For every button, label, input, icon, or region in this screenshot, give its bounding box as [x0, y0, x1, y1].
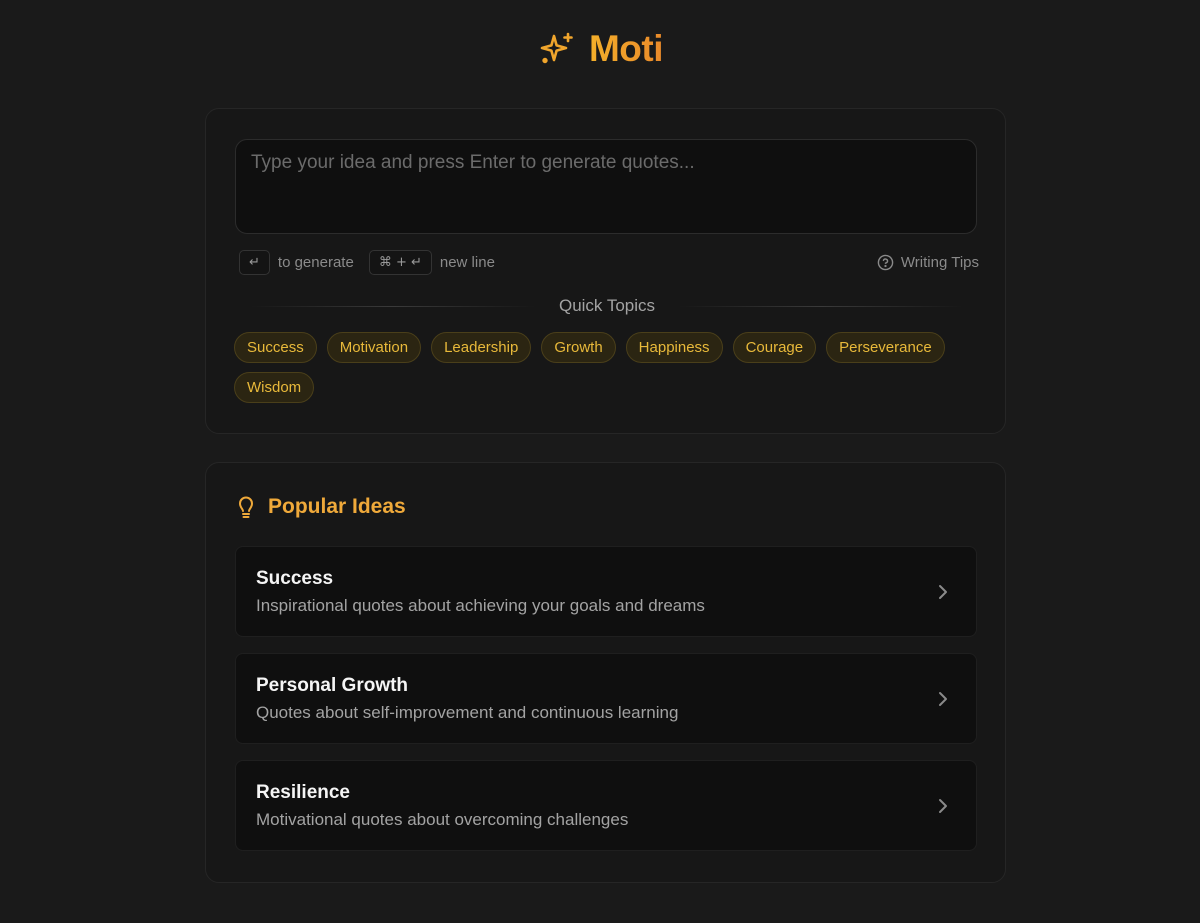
chevron-right-icon — [939, 585, 947, 599]
popular-ideas-card: Popular Ideas Success Inspirational quot… — [205, 462, 1006, 883]
divider-line-left — [251, 305, 535, 307]
lightbulb-icon — [239, 496, 253, 518]
generate-hint-label: to generate — [277, 253, 354, 271]
idea-description: Quotes about self-improvement and contin… — [256, 703, 679, 722]
topic-chip-perseverance[interactable]: Perseverance — [826, 332, 945, 363]
idea-item-personal-growth[interactable]: Personal Growth Quotes about self-improv… — [235, 653, 977, 744]
quick-topics-list: Success Motivation Leadership Growth Hap… — [234, 332, 979, 403]
quick-topics-divider: Quick Topics — [251, 295, 963, 317]
topic-chip-happiness[interactable]: Happiness — [625, 332, 723, 363]
enter-key-hint: ↵ — [239, 249, 270, 275]
idea-description: Motivational quotes about overcoming cha… — [256, 810, 629, 829]
newline-hint-label: new line — [439, 253, 495, 271]
popular-ideas-title: Popular Ideas — [268, 495, 406, 518]
help-circle-icon — [877, 254, 894, 270]
topic-chip-success[interactable]: Success — [234, 332, 317, 363]
chevron-right-icon — [939, 692, 947, 706]
divider-line-right — [679, 305, 963, 307]
writing-tips-label: Writing Tips — [900, 253, 979, 271]
idea-input[interactable] — [235, 139, 977, 234]
idea-title: Personal Growth — [256, 675, 409, 696]
idea-title: Resilience — [256, 782, 350, 803]
chevron-right-icon — [939, 799, 947, 813]
composer-card: ↵ to generate ⌘ + ↵ new line Writing Tip… — [205, 108, 1006, 434]
popular-ideas-heading: Popular Ideas — [235, 495, 406, 519]
quick-topics-label: Quick Topics — [558, 296, 656, 315]
keyboard-hints: ↵ to generate ⌘ + ↵ new line Writing Tip… — [239, 249, 979, 275]
sparkles-icon — [540, 32, 573, 64]
topic-chip-motivation[interactable]: Motivation — [326, 332, 422, 363]
topic-chip-leadership[interactable]: Leadership — [431, 332, 532, 363]
topic-chip-growth[interactable]: Growth — [541, 332, 616, 363]
app-brand: Moti — [588, 28, 664, 69]
topic-chip-wisdom[interactable]: Wisdom — [234, 372, 315, 403]
idea-description: Inspirational quotes about achieving you… — [256, 596, 705, 615]
idea-title: Success — [256, 568, 334, 589]
topic-chip-courage[interactable]: Courage — [732, 332, 817, 363]
idea-item-resilience[interactable]: Resilience Motivational quotes about ove… — [235, 760, 977, 851]
idea-item-success[interactable]: Success Inspirational quotes about achie… — [235, 546, 977, 637]
newline-key-hint: ⌘ + ↵ — [368, 249, 432, 275]
writing-tips-button[interactable]: Writing Tips — [877, 254, 979, 271]
app-header: Moti — [0, 26, 1200, 72]
